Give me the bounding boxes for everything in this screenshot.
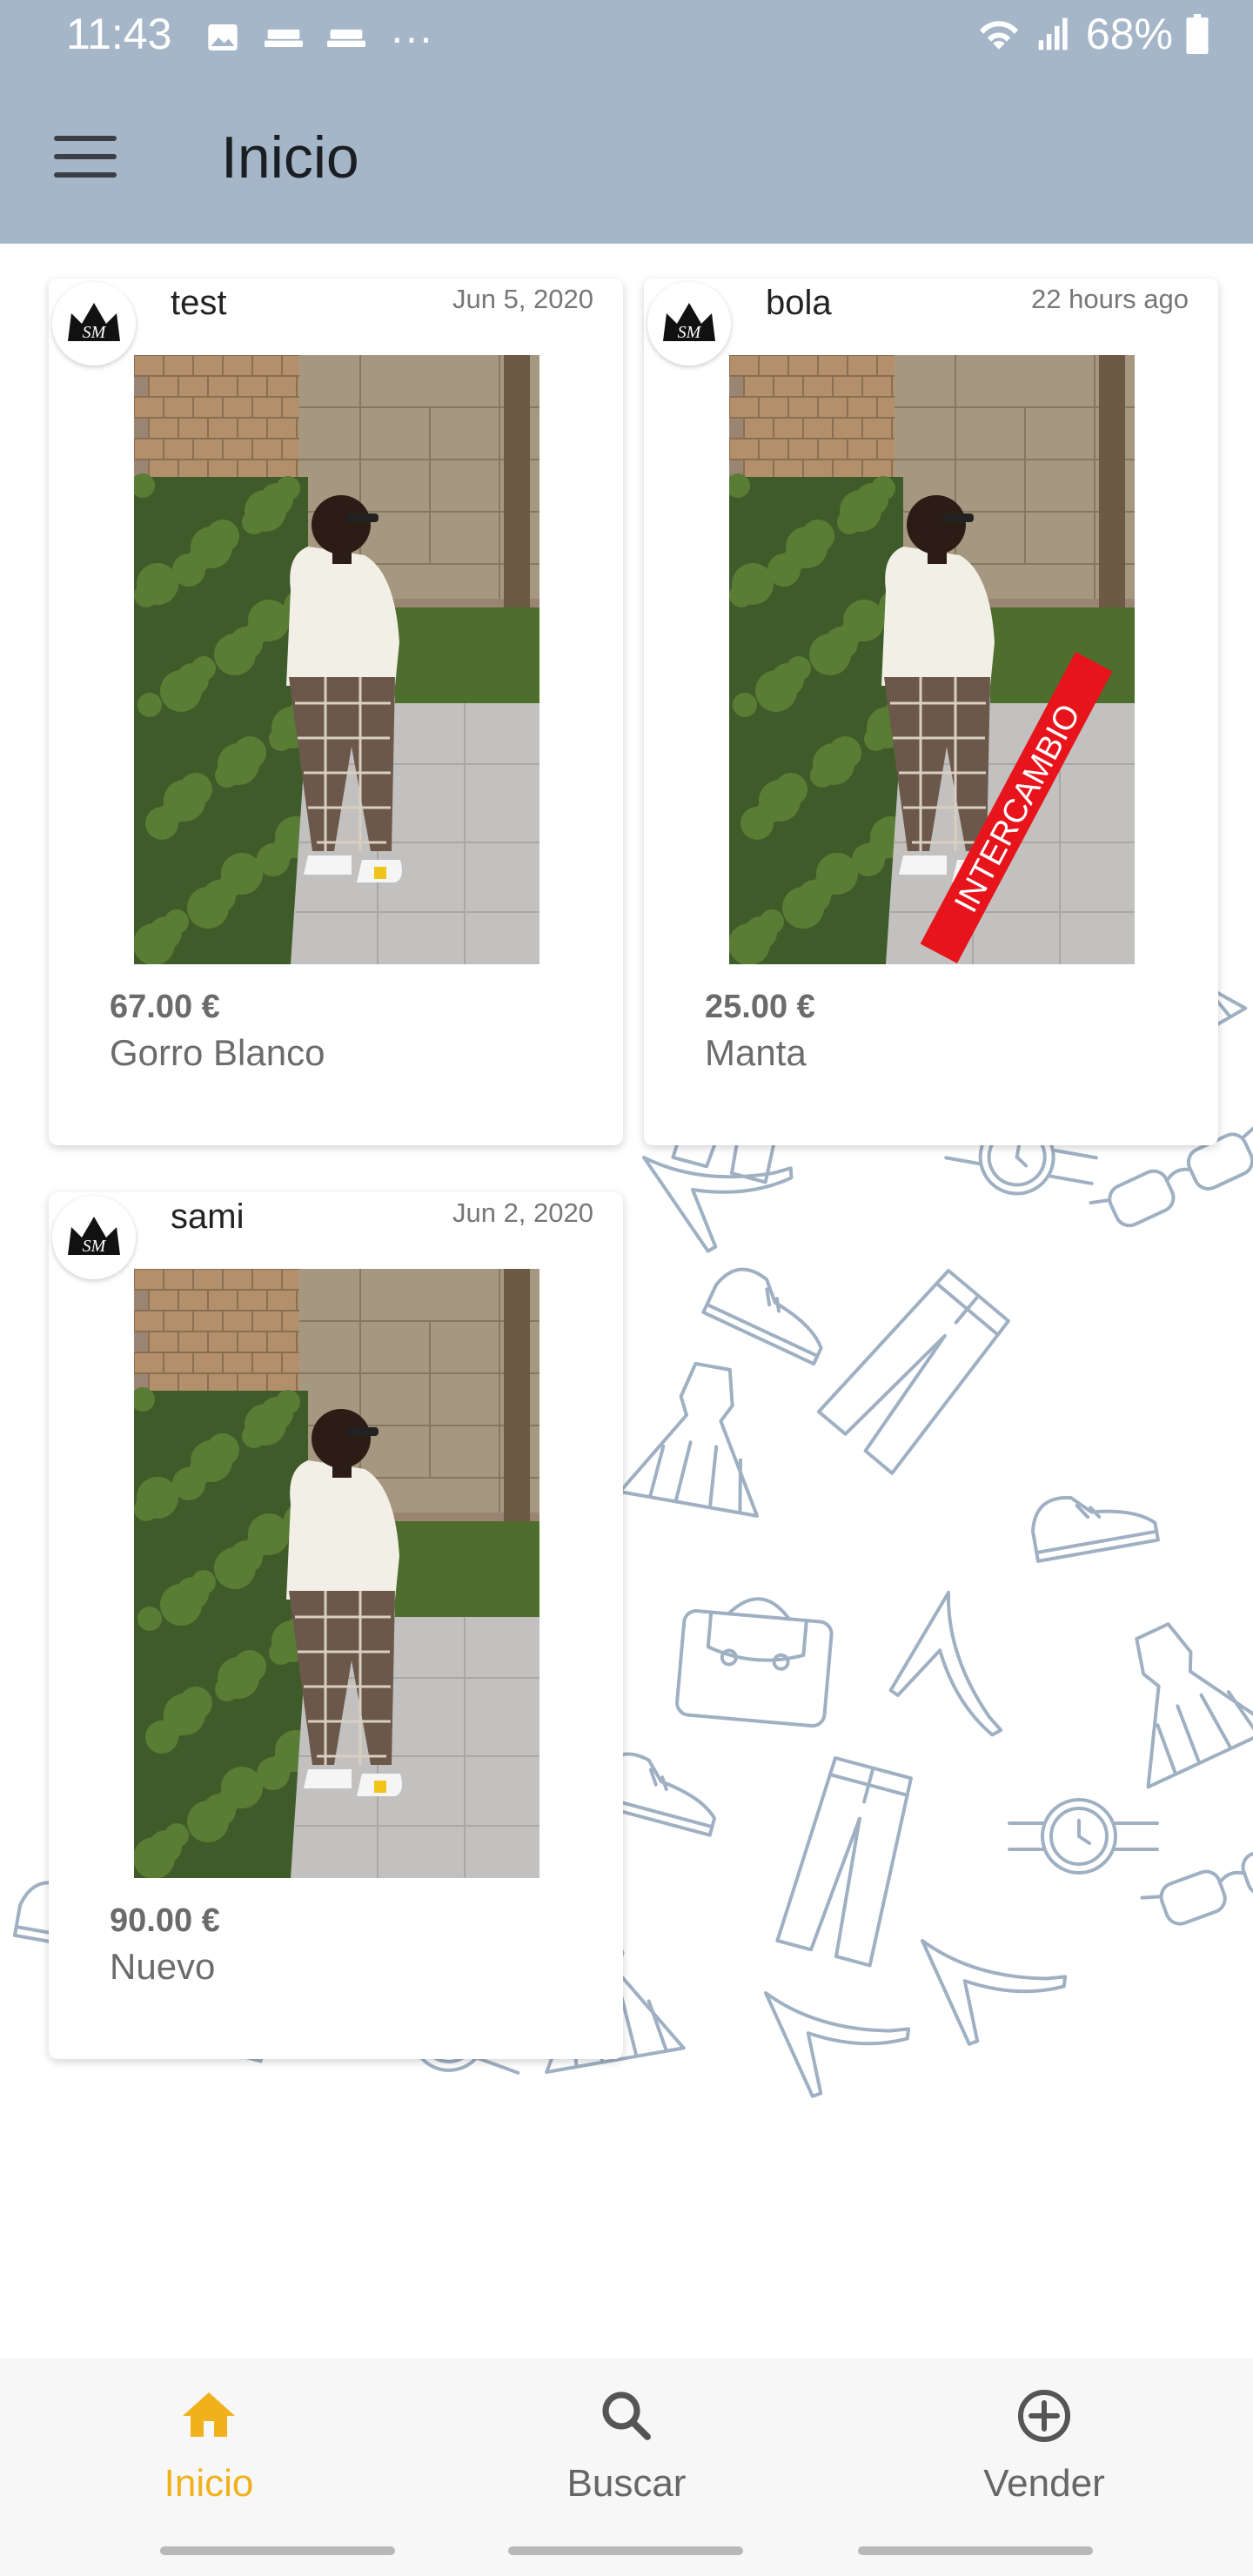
app-bar: Inicio (0, 73, 1253, 244)
cast-icon (265, 29, 303, 47)
status-time: 11:43 (66, 10, 172, 58)
listing-username[interactable]: test (171, 284, 226, 323)
search-icon (602, 2392, 651, 2440)
listing-username[interactable]: sami (171, 1197, 244, 1237)
listing-date: Jun 2, 2020 (452, 1197, 593, 1228)
battery-level: 68% (1085, 10, 1173, 58)
exchange-badge: INTERCAMBIO (920, 651, 1113, 964)
wifi-icon (979, 21, 1018, 50)
nav-item-vender[interactable]: Vender (914, 2385, 1175, 2506)
cast-icon (327, 29, 365, 47)
nav-label: Vender (983, 2462, 1105, 2505)
listing-title: Nuevo (110, 1946, 216, 1987)
nav-label: Inicio (164, 2462, 254, 2505)
image-icon (208, 24, 238, 50)
status-bar: 11:43 ··· 68% (0, 0, 1253, 73)
listing-photo[interactable]: INTERCAMBIO (729, 355, 1135, 964)
listing-price: 25.00 € (705, 989, 815, 1025)
listing-date: Jun 5, 2020 (452, 284, 593, 314)
gesture-bar (508, 2546, 743, 2555)
listing-price: 67.00 € (110, 989, 220, 1025)
listing-price: 90.00 € (110, 1902, 220, 1939)
bottom-navigation: Inicio Buscar Vender (0, 2358, 1253, 2576)
gesture-bar (858, 2546, 1093, 2555)
home-icon (183, 2392, 235, 2437)
avatar-logo-text: SM (83, 323, 107, 342)
listing-title: Gorro Blanco (110, 1032, 325, 1073)
listing-username[interactable]: bola (766, 284, 832, 323)
avatar-logo-text: SM (83, 1237, 107, 1256)
signal-icon (1038, 17, 1068, 50)
nav-item-buscar[interactable]: Buscar (496, 2385, 757, 2506)
avatar-logo-text: SM (678, 323, 702, 342)
avatar[interactable]: SM (647, 282, 731, 366)
battery-icon (1186, 14, 1209, 54)
listing-card[interactable]: SM test Jun 5, 2020 67.00 € Gorro Blanco (49, 278, 623, 1145)
listing-title: Manta (705, 1032, 807, 1073)
page-title: Inicio (221, 124, 359, 191)
nav-label: Buscar (566, 2462, 687, 2505)
more-notifications-icon: ··· (390, 13, 433, 62)
add-circle-icon (1018, 2390, 1070, 2442)
status-icons-right: 68% (975, 9, 1209, 59)
exchange-badge-text: INTERCAMBIO (948, 699, 1088, 919)
avatar[interactable]: SM (52, 1196, 136, 1279)
listing-photo[interactable] (134, 1269, 539, 1878)
gesture-bar (160, 2546, 395, 2555)
avatar[interactable]: SM (52, 282, 136, 366)
listing-date: 22 hours ago (1031, 284, 1189, 314)
listing-photo[interactable] (134, 355, 539, 964)
nav-item-inicio[interactable]: Inicio (78, 2385, 339, 2506)
listing-card[interactable]: SM bola 22 hours ago INTERCAMBIO 25.00 €… (644, 278, 1218, 1145)
listing-card[interactable]: SM sami Jun 2, 2020 90.00 € Nuevo (49, 1192, 623, 2059)
status-icons-left: ··· (205, 12, 433, 63)
hamburger-menu-icon[interactable] (54, 136, 117, 183)
